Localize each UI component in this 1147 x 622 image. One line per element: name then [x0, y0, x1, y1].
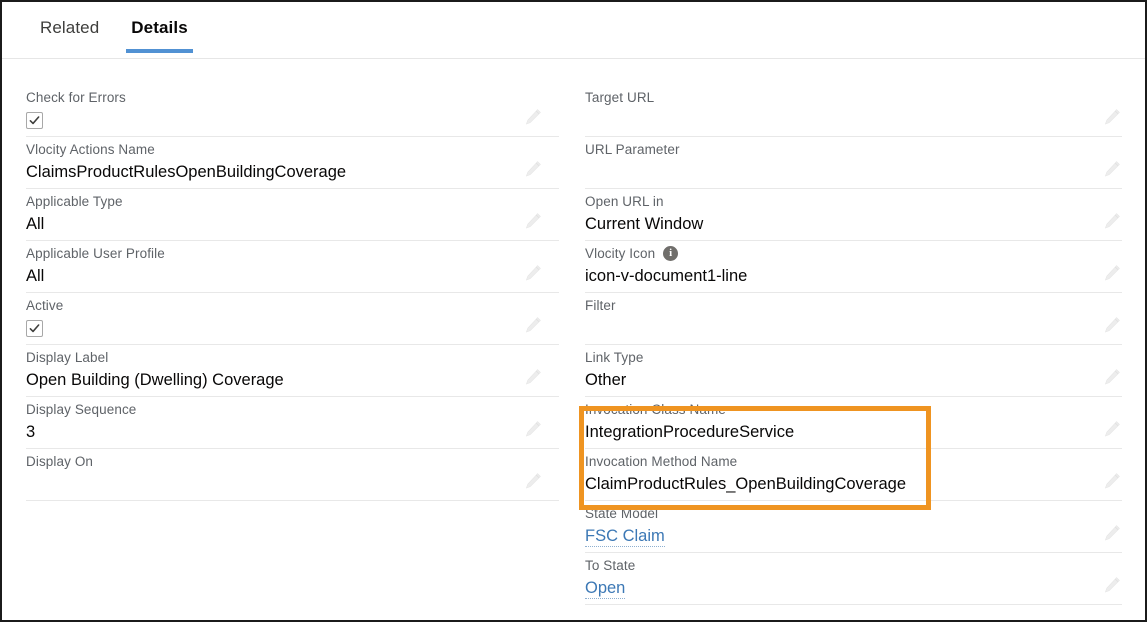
- field-value: [585, 109, 1122, 132]
- field-value: IntegrationProcedureService: [585, 423, 795, 441]
- field-filter: Filter: [585, 293, 1122, 345]
- field-value: All: [26, 267, 45, 285]
- field-invocation-method-name: Invocation Method Name ClaimProductRules…: [585, 449, 1122, 501]
- field-value: Current Window: [585, 215, 704, 233]
- field-value: [26, 473, 559, 496]
- field-label: Link Type: [585, 350, 644, 365]
- field-value: icon-v-document1-line: [585, 267, 748, 285]
- field-to-state: To State Open: [585, 553, 1122, 605]
- pencil-icon[interactable]: [523, 315, 543, 335]
- field-label: Filter: [585, 298, 616, 313]
- detail-field-grid: Check for Errors Vlocity Actions Name Cl…: [2, 59, 1145, 605]
- field-label: To State: [585, 558, 636, 573]
- pencil-icon[interactable]: [523, 471, 543, 491]
- field-invocation-class-name: Invocation Class Name IntegrationProcedu…: [585, 397, 1122, 449]
- pencil-icon[interactable]: [523, 159, 543, 179]
- field-value: Open Building (Dwelling) Coverage: [26, 371, 284, 389]
- field-label: Open URL in: [585, 194, 664, 209]
- tab-details-label: Details: [131, 18, 188, 37]
- info-icon[interactable]: i: [663, 246, 679, 261]
- field-value: Other: [585, 371, 627, 389]
- tab-details[interactable]: Details: [115, 2, 203, 53]
- state-model-link[interactable]: FSC Claim: [585, 527, 665, 547]
- pencil-icon[interactable]: [523, 107, 543, 127]
- pencil-icon[interactable]: [1102, 367, 1122, 387]
- field-label: Vlocity Actions Name: [26, 142, 155, 157]
- field-link-type: Link Type Other: [585, 345, 1122, 397]
- field-value: ClaimsProductRulesOpenBuildingCoverage: [26, 163, 347, 181]
- field-label: Vlocity Icon: [585, 246, 656, 261]
- field-value: Open: [585, 577, 1122, 600]
- tab-related-label: Related: [40, 18, 100, 37]
- field-label: Check for Errors: [26, 90, 126, 105]
- pencil-icon[interactable]: [523, 263, 543, 283]
- field-label: Display Sequence: [26, 402, 137, 417]
- field-vlocity-actions-name: Vlocity Actions Name ClaimsProductRulesO…: [26, 137, 559, 189]
- details-panel: Related Details Check for Errors Vlocity…: [0, 0, 1147, 622]
- check-icon: [29, 324, 40, 333]
- field-display-on: Display On: [26, 449, 559, 501]
- field-applicable-type: Applicable Type All: [26, 189, 559, 241]
- field-vlocity-icon: Vlocity Icon i icon-v-document1-line: [585, 241, 1122, 293]
- field-label: Target URL: [585, 90, 655, 105]
- field-url-parameter: URL Parameter: [585, 137, 1122, 189]
- to-state-link[interactable]: Open: [585, 579, 626, 599]
- field-active: Active: [26, 293, 559, 345]
- field-value: All: [26, 215, 45, 233]
- field-label: Invocation Method Name: [585, 454, 738, 469]
- pencil-icon[interactable]: [1102, 471, 1122, 491]
- pencil-icon[interactable]: [1102, 523, 1122, 543]
- field-check-for-errors: Check for Errors: [26, 85, 559, 137]
- pencil-icon[interactable]: [1102, 263, 1122, 283]
- check-for-errors-checkbox[interactable]: [26, 112, 43, 129]
- pencil-icon[interactable]: [1102, 211, 1122, 231]
- field-label: Active: [26, 298, 64, 313]
- pencil-icon[interactable]: [523, 367, 543, 387]
- field-label: URL Parameter: [585, 142, 680, 157]
- tab-related[interactable]: Related: [24, 2, 115, 53]
- field-applicable-user-profile: Applicable User Profile All: [26, 241, 559, 293]
- field-open-url-in: Open URL in Current Window: [585, 189, 1122, 241]
- field-value: ClaimProductRules_OpenBuildingCoverage: [585, 475, 907, 493]
- field-display-sequence: Display Sequence 3: [26, 397, 559, 449]
- field-value: [585, 161, 1122, 184]
- field-label: Invocation Class Name: [585, 402, 726, 417]
- detail-column-right: Target URL URL Parameter Open URL in Cur…: [575, 85, 1145, 605]
- field-label: Display Label: [26, 350, 109, 365]
- pencil-icon[interactable]: [1102, 107, 1122, 127]
- pencil-icon[interactable]: [523, 211, 543, 231]
- pencil-icon[interactable]: [1102, 315, 1122, 335]
- check-icon: [29, 116, 40, 125]
- field-value: FSC Claim: [585, 525, 1122, 548]
- pencil-icon[interactable]: [523, 419, 543, 439]
- pencil-icon[interactable]: [1102, 575, 1122, 595]
- field-value: [585, 317, 1122, 340]
- pencil-icon[interactable]: [1102, 159, 1122, 179]
- pencil-icon[interactable]: [1102, 419, 1122, 439]
- field-state-model: State Model FSC Claim: [585, 501, 1122, 553]
- field-label-row: Vlocity Icon i: [585, 245, 1122, 262]
- field-label: Applicable Type: [26, 194, 123, 209]
- field-value: 3: [26, 423, 36, 441]
- field-label: State Model: [585, 506, 659, 521]
- detail-column-left: Check for Errors Vlocity Actions Name Cl…: [2, 85, 575, 605]
- field-display-label: Display Label Open Building (Dwelling) C…: [26, 345, 559, 397]
- tab-bar: Related Details: [2, 2, 1145, 59]
- field-target-url: Target URL: [585, 85, 1122, 137]
- field-label: Applicable User Profile: [26, 246, 165, 261]
- active-checkbox[interactable]: [26, 320, 43, 337]
- field-label: Display On: [26, 454, 94, 469]
